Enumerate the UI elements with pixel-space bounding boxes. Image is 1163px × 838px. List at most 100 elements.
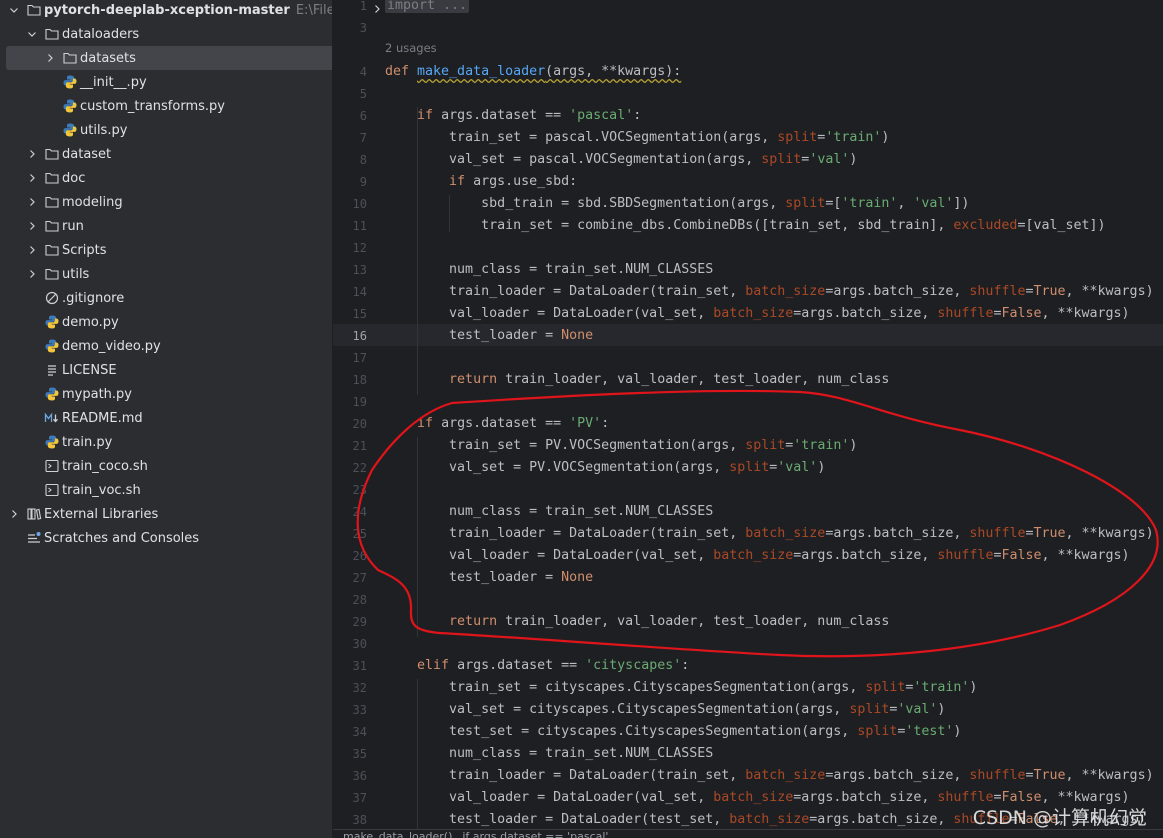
tree-item-train-coco-sh[interactable]: train_coco.sh: [0, 454, 332, 478]
code-token: batch_size: [745, 526, 826, 541]
code-line[interactable]: val_loader = DataLoader(val_set, batch_s…: [385, 303, 1130, 325]
code-line[interactable]: train_loader = DataLoader(train_set, bat…: [385, 765, 1154, 787]
code-line[interactable]: if args.use_sbd:: [385, 171, 577, 193]
chevron-right-icon[interactable]: [26, 196, 38, 208]
code-token: split: [857, 724, 898, 739]
code-token: train_set = cityscapes.CityscapesSegment…: [385, 680, 866, 695]
tree-item-train-py[interactable]: train.py: [0, 430, 332, 454]
tree-item-license[interactable]: LICENSE: [0, 358, 332, 382]
code-line[interactable]: return train_loader, val_loader, test_lo…: [385, 611, 889, 633]
tree-item-scratches-and-consoles[interactable]: Scratches and Consoles: [0, 526, 332, 550]
tree-item-init-py[interactable]: __init__.py: [0, 70, 332, 94]
folder-icon: [44, 266, 60, 282]
tree-item-utils-py[interactable]: utils.py: [0, 118, 332, 142]
code-line[interactable]: return train_loader, val_loader, test_lo…: [385, 369, 889, 391]
code-token: val_set = cityscapes.CityscapesSegmentat…: [385, 702, 850, 717]
code-line[interactable]: test_loader = None: [385, 325, 593, 347]
code-token: test_loader =: [385, 570, 562, 585]
tree-root-node[interactable]: pytorch-deeplab-xception-master E:\File\P…: [0, 0, 332, 22]
code-token: train_set = PV.VOCSegmentation(args,: [385, 438, 746, 453]
code-line[interactable]: if args.dataset == 'pascal':: [385, 105, 641, 127]
folder-icon: [44, 242, 60, 258]
code-line[interactable]: sbd_train = sbd.SBDSegmentation(args, sp…: [385, 193, 969, 215]
chevron-right-icon[interactable]: [8, 508, 20, 520]
fold-chevron-icon[interactable]: [371, 0, 383, 19]
code-line[interactable]: num_class = train_set.NUM_CLASSES: [385, 743, 713, 765]
tree-item-label: LICENSE: [62, 362, 117, 378]
tree-item-scripts[interactable]: Scripts: [0, 238, 332, 262]
code-token: 'val': [913, 196, 954, 211]
code-line[interactable]: val_set = pascal.VOCSegmentation(args, s…: [385, 149, 857, 171]
chevron-down-icon[interactable]: [8, 4, 20, 16]
code-token: return: [449, 614, 506, 629]
chevron-right-icon[interactable]: [26, 220, 38, 232]
code-line[interactable]: train_set = cityscapes.CityscapesSegment…: [385, 677, 977, 699]
code-line[interactable]: def make_data_loader(args, **kwargs):: [385, 61, 681, 83]
code-token: 'test': [905, 724, 954, 739]
code-token: True: [1033, 768, 1066, 783]
tree-item-mypath-py[interactable]: mypath.py: [0, 382, 332, 406]
chevron-right-icon[interactable]: [26, 148, 38, 160]
chevron-right-icon[interactable]: [44, 52, 56, 64]
tree-item-label: utils: [62, 266, 90, 282]
tree-item-custom-transforms-py[interactable]: custom_transforms.py: [0, 94, 332, 118]
usages-hint[interactable]: 2 usages: [385, 41, 437, 55]
tree-item-demo-py[interactable]: demo.py: [0, 310, 332, 334]
code-line[interactable]: test_loader = None: [385, 567, 593, 589]
code-line[interactable]: import ...: [385, 0, 470, 17]
code-editor[interactable]: 1 3 4 5 6 7 8 9 10 11 12 13 14 15 16 17 18 19 20 21 22 23 24 25…: [333, 0, 1163, 838]
code-line[interactable]: num_class = train_set.NUM_CLASSES: [385, 501, 713, 523]
code-token: ]): [953, 196, 970, 211]
code-line[interactable]: val_loader = DataLoader(val_set, batch_s…: [385, 545, 1130, 567]
code-line[interactable]: test_set = cityscapes.CityscapesSegmenta…: [385, 721, 961, 743]
line-number: 34: [352, 725, 367, 739]
code-token: sbd_train = sbd.SBDSegmentation(args,: [385, 196, 786, 211]
tree-item-doc[interactable]: doc: [0, 166, 332, 190]
tree-item-modeling[interactable]: modeling: [0, 190, 332, 214]
chevron-right-icon[interactable]: [26, 268, 38, 280]
tree-item-demo-video-py[interactable]: demo_video.py: [0, 334, 332, 358]
tree-item-run[interactable]: run: [0, 214, 332, 238]
python-file-icon: [62, 74, 78, 90]
code-token: split: [761, 152, 802, 167]
code-line[interactable]: val_set = PV.VOCSegmentation(args, split…: [385, 457, 825, 479]
code-line[interactable]: elif args.dataset == 'cityscapes':: [385, 655, 689, 677]
line-number: 31: [352, 659, 367, 673]
chevron-right-icon[interactable]: [26, 244, 38, 256]
code-line[interactable]: num_class = train_set.NUM_CLASSES: [385, 259, 713, 281]
code-line[interactable]: train_set = PV.VOCSegmentation(args, spl…: [385, 435, 857, 457]
breadcrumb-item[interactable]: make_data_loader(): [343, 830, 452, 838]
code-line[interactable]: train_loader = DataLoader(train_set, bat…: [385, 281, 1154, 303]
code-token: ): [937, 702, 946, 717]
line-number: 18: [352, 373, 367, 387]
tree-item-label: custom_transforms.py: [80, 98, 225, 114]
tree-item-dataloaders[interactable]: dataloaders: [0, 22, 332, 46]
tree-item-label: datasets: [80, 50, 136, 66]
tree-item-train-voc-sh[interactable]: train_voc.sh: [0, 478, 332, 502]
tree-item-readme-md[interactable]: README.md: [0, 406, 332, 430]
tree-item-external-libraries[interactable]: External Libraries: [0, 502, 332, 526]
line-number: 6: [359, 109, 367, 123]
code-line[interactable]: train_set = pascal.VOCSegmentation(args,…: [385, 127, 889, 149]
line-number: 17: [352, 351, 367, 365]
tree-item-gitignore[interactable]: .gitignore: [0, 286, 332, 310]
line-number: 10: [352, 197, 367, 211]
code-token: 'train': [825, 130, 882, 145]
tree-item-dataset[interactable]: dataset: [0, 142, 332, 166]
line-number: 15: [352, 307, 367, 321]
chevron-right-icon[interactable]: [26, 172, 38, 184]
breadcrumb[interactable]: make_data_loader() if args.dataset == 'pa…: [333, 829, 1163, 838]
code-line[interactable]: train_set = combine_dbs.CombineDBs([trai…: [385, 215, 1105, 237]
code-line[interactable]: train_loader = DataLoader(train_set, bat…: [385, 523, 1154, 545]
chevron-down-icon[interactable]: [26, 28, 38, 40]
tree-item-datasets[interactable]: datasets: [0, 46, 332, 70]
code-line[interactable]: val_set = cityscapes.CityscapesSegmentat…: [385, 699, 945, 721]
tree-item-utils[interactable]: utils: [0, 262, 332, 286]
code-line[interactable]: if args.dataset == 'PV':: [385, 413, 609, 435]
code-token: 'pascal': [569, 108, 634, 123]
breadcrumb-item[interactable]: if args.dataset == 'pascal': [462, 830, 608, 838]
text-file-icon: [44, 362, 60, 378]
